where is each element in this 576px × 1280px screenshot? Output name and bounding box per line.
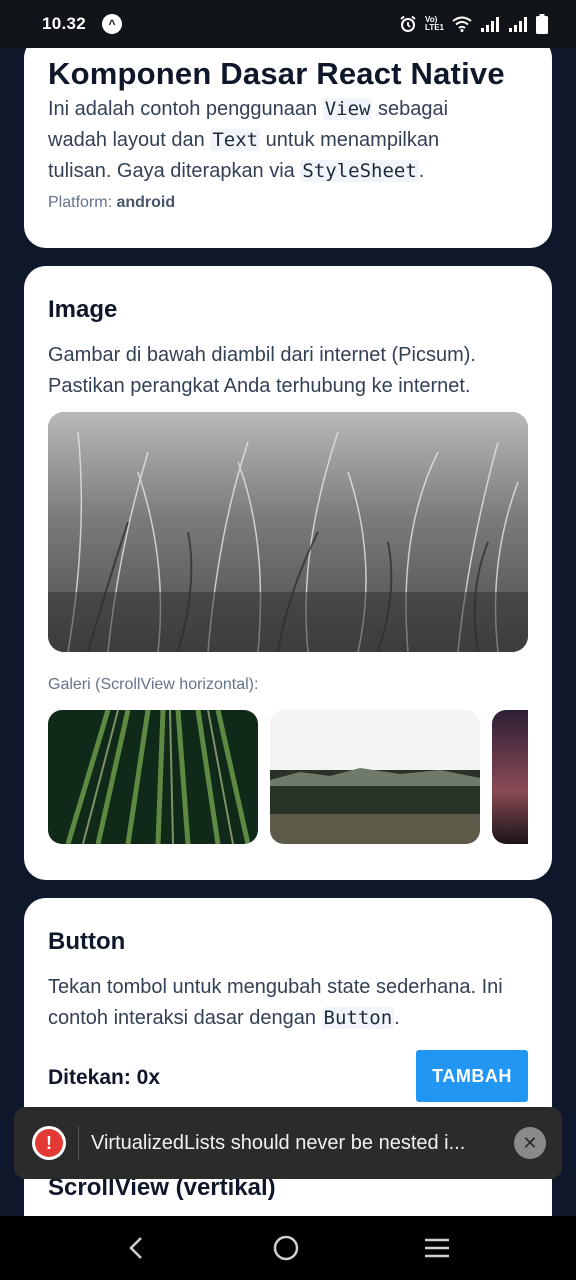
hero-image-grass [48,412,528,652]
basics-text-1: Ini adalah contoh penggunaan [48,98,323,120]
signal-icon [481,17,499,32]
gallery-image-bamboo[interactable] [48,710,258,844]
error-icon: ! [32,1126,66,1160]
toast-divider [78,1126,79,1160]
platform-line: Platform: android [48,194,175,212]
basics-description: Ini adalah contoh penggunaan View sebaga… [48,94,508,187]
signal-icon [509,17,527,32]
code-stylesheet: StyleSheet [300,160,419,182]
alarm-icon [400,15,416,32]
gallery-label: Galeri (ScrollView horizontal): [48,676,259,693]
menu-icon[interactable] [423,1236,451,1260]
navigation-bar [0,1216,576,1280]
platform-value: android [116,194,176,211]
image-description: Gambar di bawah diambil dari internet (P… [48,344,476,397]
gallery-image-forest[interactable] [270,710,480,844]
back-icon[interactable] [125,1234,149,1262]
code-view: View [322,98,373,120]
image-card: Image Gambar di bawah diambil dari inter… [24,266,552,880]
button-text-1: Tekan tombol untuk mengubah state sederh… [48,976,503,1029]
home-icon[interactable] [272,1234,300,1262]
counter-label: Ditekan: 0x [48,1066,161,1089]
volte-icon: Vo) LTE1 [425,16,444,32]
tambah-button[interactable]: TAMBAH [416,1050,528,1102]
basics-card: Komponen Dasar React Native Ini adalah c… [24,48,552,248]
lte-label: LTE1 [425,23,444,32]
close-icon[interactable]: ✕ [514,1127,546,1159]
status-icons: Vo) LTE1 [399,14,548,34]
warning-toast[interactable]: ! VirtualizedLists should never be neste… [14,1107,562,1179]
platform-label: Platform: [48,194,117,211]
status-bar: 10.32 ^ Vo) LTE1 [0,0,576,48]
page-title: Komponen Dasar React Native [48,56,505,91]
image-section-title: Image [48,296,118,323]
code-text: Text [210,129,261,151]
button-description: Tekan tombol untuk mengubah state sederh… [48,972,528,1034]
toast-message[interactable]: VirtualizedLists should never be nested … [91,1132,514,1155]
button-text-2: . [394,1007,400,1029]
battery-icon [536,14,548,34]
gallery-image-sunset[interactable] [492,710,528,844]
code-button: Button [321,1007,395,1029]
scroll-content[interactable]: Komponen Dasar React Native Ini adalah c… [0,48,576,1216]
wifi-icon [452,16,472,32]
notification-app-icon: ^ [102,14,123,34]
button-section-title: Button [48,928,126,955]
basics-text-4: . [418,160,425,182]
clock: 10.32 [42,14,87,33]
